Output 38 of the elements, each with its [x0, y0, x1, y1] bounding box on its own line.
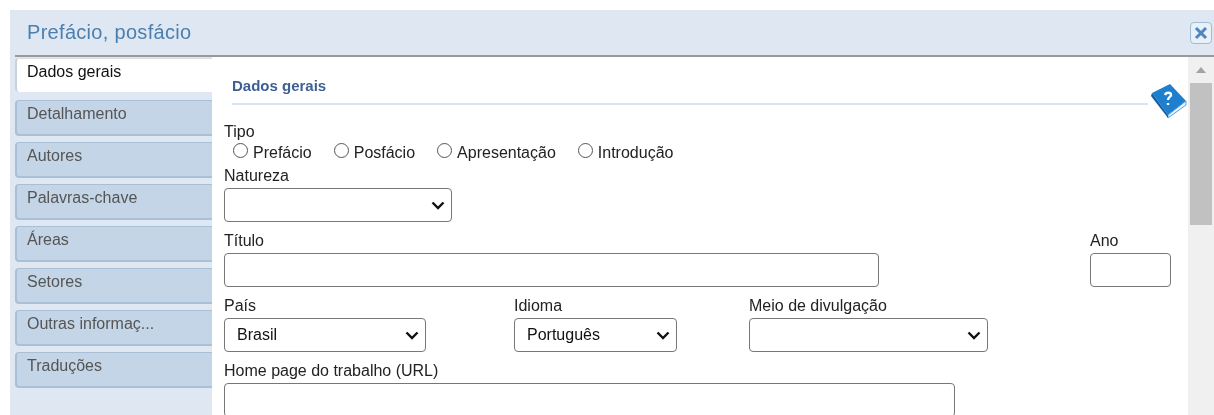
field-label: Home page do trabalho (URL)	[224, 362, 440, 380]
sidebar-tab[interactable]: Palavras-chave	[15, 184, 212, 218]
year-input[interactable]	[1090, 253, 1171, 287]
field-label: Natureza	[224, 167, 290, 185]
radio-option[interactable]: Introdução	[577, 144, 674, 162]
field-label: País	[224, 297, 257, 315]
chevron-down-icon	[967, 330, 981, 340]
sidebar-tab[interactable]: Dados gerais	[15, 58, 212, 92]
window-title: Prefácio, posfácio	[27, 21, 192, 44]
section-title: Dados gerais	[232, 77, 327, 94]
sidebar-tab[interactable]: Detalhamento	[15, 100, 212, 134]
radio-option[interactable]: Apresentação	[437, 144, 556, 162]
chevron-down-icon	[405, 330, 419, 340]
chevron-down-icon	[431, 200, 445, 210]
help-book-icon[interactable]	[1148, 81, 1188, 119]
field-label: Idioma	[514, 297, 564, 315]
sidebar-tab[interactable]: Áreas	[15, 226, 212, 260]
close-icon	[1194, 25, 1208, 40]
country-select[interactable]: Brasil	[224, 318, 426, 352]
scrollbar-thumb[interactable]	[1190, 83, 1212, 225]
sidebar-tab[interactable]: Autores	[15, 142, 212, 176]
url-input[interactable]	[224, 383, 955, 415]
sidebar-tab[interactable]: Traduções	[15, 352, 212, 386]
title-input[interactable]	[224, 253, 879, 287]
field-label: Título	[224, 232, 265, 250]
radio-option[interactable]: Prefácio	[233, 144, 312, 162]
sidebar-tab[interactable]: Outras informaç...	[15, 310, 212, 344]
close-button[interactable]	[1190, 21, 1212, 44]
scrollbar[interactable]	[1188, 57, 1214, 415]
radio-option[interactable]: Posfácio	[333, 144, 416, 162]
field-label: Ano	[1090, 232, 1120, 250]
language-select[interactable]: Português	[514, 318, 677, 352]
nature-select[interactable]	[224, 188, 452, 222]
media-select[interactable]	[749, 318, 988, 352]
field-label: Tipo	[224, 123, 256, 141]
sidebar-tab[interactable]: Setores	[15, 268, 212, 302]
field-label: Meio de divulgação	[749, 297, 888, 315]
chevron-down-icon	[656, 330, 670, 340]
